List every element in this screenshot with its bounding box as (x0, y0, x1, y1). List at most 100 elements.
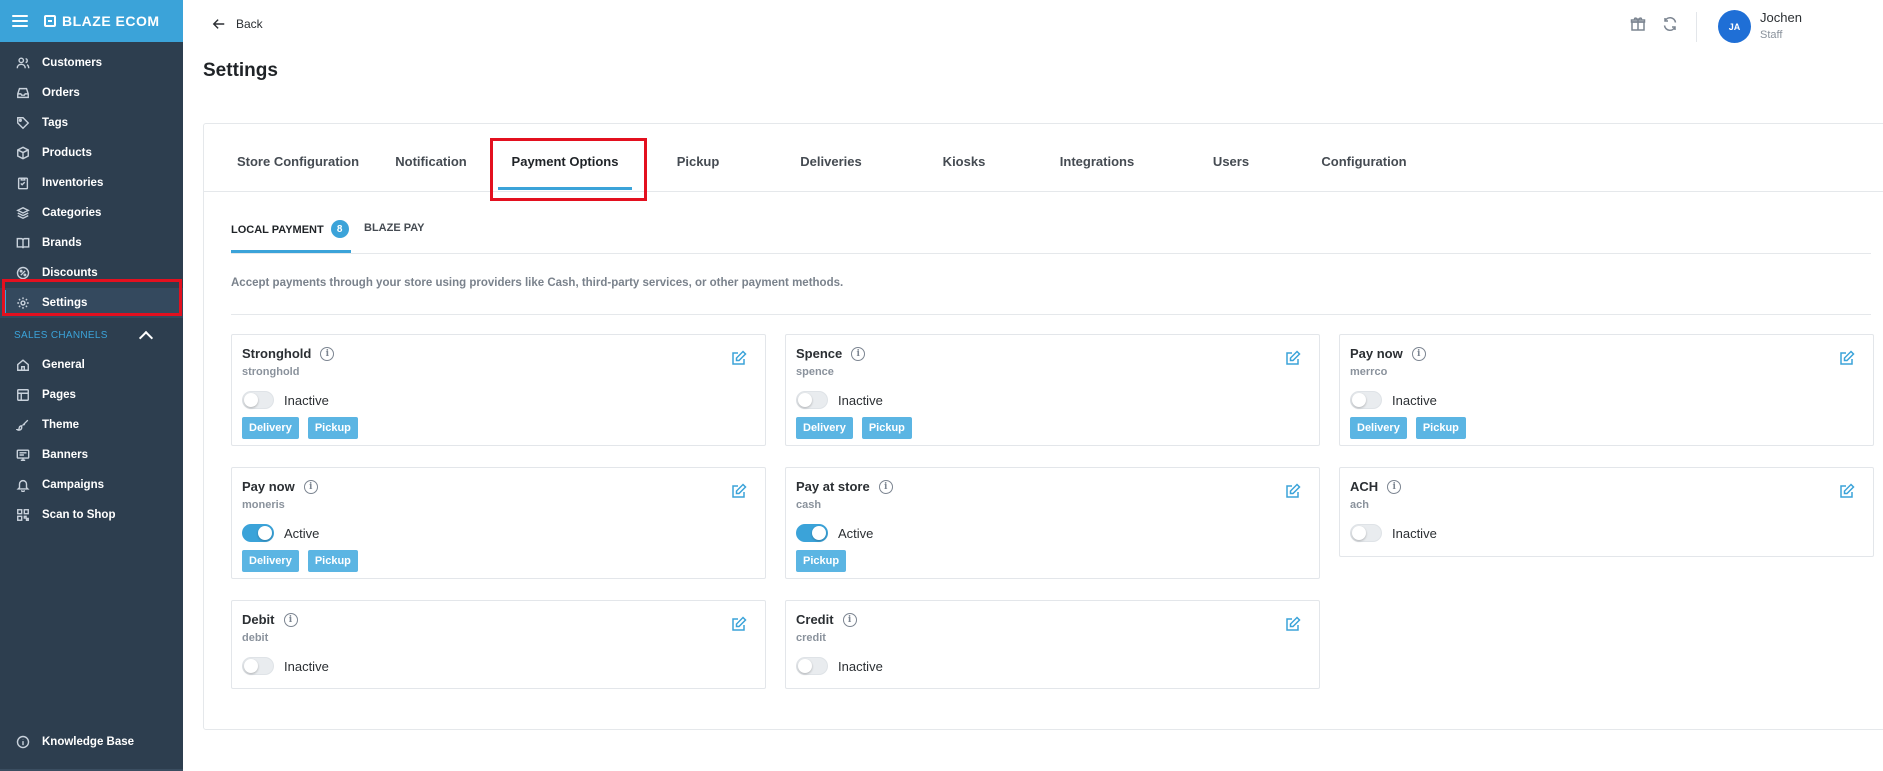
brand-logo[interactable]: BLAZE ECOM (44, 13, 160, 29)
tab-pickup[interactable]: Pickup (677, 154, 720, 169)
info-icon[interactable]: i (1387, 479, 1402, 494)
payment-name: Debit i (242, 612, 298, 627)
payment-name-text: Spence (796, 346, 843, 361)
status-toggle[interactable] (796, 391, 828, 409)
payment-name: Pay now i (242, 479, 318, 494)
payment-card: Pay now i merrco Inactive Delivery Pickup (1339, 334, 1874, 446)
page-title: Settings (203, 60, 278, 81)
status-toggle[interactable] (242, 524, 274, 542)
tab-users[interactable]: Users (1213, 154, 1249, 169)
sidebar-item-orders[interactable]: Orders (0, 78, 183, 108)
chevron-up-icon[interactable] (138, 330, 154, 345)
box-icon (16, 146, 30, 160)
status-label: Inactive (1392, 525, 1437, 541)
payment-code: moneris (242, 499, 285, 511)
edit-icon[interactable] (1285, 350, 1301, 366)
sidebar-item-pages[interactable]: Pages (0, 380, 183, 410)
sidebar-item-label: Tags (42, 117, 68, 129)
payment-name: Pay at store i (796, 479, 893, 494)
tag-pickup: Pickup (796, 550, 847, 572)
sidebar-item-label: Discounts (42, 267, 98, 279)
status-label: Inactive (838, 658, 883, 674)
edit-icon[interactable] (1839, 350, 1855, 366)
tag-pickup: Pickup (1415, 417, 1466, 439)
status-toggle[interactable] (242, 391, 274, 409)
status-label: Inactive (284, 392, 329, 408)
back-link[interactable]: Back (212, 17, 263, 31)
fulfillment-tags: Delivery Pickup (1350, 417, 1475, 439)
user-name[interactable]: Jochen (1760, 10, 1802, 25)
sidebar-item-banners[interactable]: Banners (0, 440, 183, 470)
info-icon[interactable]: i (283, 612, 298, 627)
sidebar-item-tags[interactable]: Tags (0, 108, 183, 138)
users-icon (16, 56, 30, 70)
status-label: Active (838, 525, 874, 541)
sidebar-item-brands[interactable]: Brands (0, 228, 183, 258)
sidebar-item-products[interactable]: Products (0, 138, 183, 168)
edit-icon[interactable] (731, 483, 747, 499)
tab-configuration[interactable]: Configuration (1321, 154, 1406, 169)
status-toggle-row: Inactive (796, 657, 883, 675)
status-toggle-row: Inactive (242, 391, 329, 409)
payment-card: Credit i credit Inactive (785, 600, 1320, 689)
back-label: Back (236, 17, 263, 31)
status-toggle[interactable] (1350, 524, 1382, 542)
sales-channels-header[interactable]: SALES CHANNELS (0, 320, 183, 350)
avatar[interactable]: JA (1718, 10, 1751, 43)
payment-name: Stronghold i (242, 346, 335, 361)
edit-icon[interactable] (731, 350, 747, 366)
info-icon[interactable]: i (842, 612, 857, 627)
tab-kiosks[interactable]: Kiosks (943, 154, 986, 169)
status-label: Inactive (284, 658, 329, 674)
sidebar-item-knowledge-base[interactable]: Knowledge Base (0, 727, 183, 757)
sidebar-item-label: Campaigns (42, 479, 104, 491)
payment-code: cash (796, 499, 822, 511)
status-toggle[interactable] (796, 657, 828, 675)
subtab-blaze-pay[interactable]: BLAZE PAY (364, 222, 425, 234)
tag-delivery: Delivery (242, 550, 299, 572)
refresh-icon[interactable] (1662, 16, 1678, 32)
settings-tabs: Store Configuration Notification Payment… (204, 124, 1883, 192)
info-icon[interactable]: i (851, 346, 866, 361)
payment-name-text: Debit (242, 612, 275, 627)
header-divider (1696, 12, 1697, 42)
payment-name-text: ACH (1350, 479, 1379, 494)
subtab-local-label: LOCAL PAYMENT (231, 224, 324, 236)
info-icon[interactable]: i (878, 479, 893, 494)
status-toggle[interactable] (242, 657, 274, 675)
info-icon[interactable]: i (1411, 346, 1426, 361)
status-toggle[interactable] (796, 524, 828, 542)
info-icon[interactable]: i (320, 346, 335, 361)
tab-deliveries[interactable]: Deliveries (800, 154, 861, 169)
edit-icon[interactable] (1285, 483, 1301, 499)
payment-name: Spence i (796, 346, 866, 361)
sidebar-item-categories[interactable]: Categories (0, 198, 183, 228)
sidebar-item-general[interactable]: General (0, 350, 183, 380)
bell-icon (16, 478, 30, 492)
edit-icon[interactable] (731, 616, 747, 632)
sidebar-item-customers[interactable]: Customers (0, 48, 183, 78)
info-icon[interactable]: i (303, 479, 318, 494)
subtab-local-payment[interactable]: LOCAL PAYMENT 8 (231, 220, 349, 238)
brand-name: BLAZE ECOM (62, 13, 160, 29)
arrow-left-icon (212, 19, 225, 29)
tab-notification[interactable]: Notification (395, 154, 467, 169)
monitor-icon (16, 448, 30, 462)
sidebar-item-scan-to-shop[interactable]: Scan to Shop (0, 500, 183, 530)
menu-icon[interactable] (12, 15, 28, 27)
sidebar-item-campaigns[interactable]: Campaigns (0, 470, 183, 500)
edit-icon[interactable] (1839, 483, 1855, 499)
status-toggle-row: Active (796, 524, 873, 542)
gift-icon[interactable] (1630, 16, 1646, 32)
tab-store-configuration[interactable]: Store Configuration (237, 154, 359, 169)
edit-icon[interactable] (1285, 616, 1301, 632)
payment-card: Debit i debit Inactive (231, 600, 766, 689)
sidebar-item-theme[interactable]: Theme (0, 410, 183, 440)
status-toggle[interactable] (1350, 391, 1382, 409)
fulfillment-tags: Delivery Pickup (796, 417, 921, 439)
sidebar-item-inventories[interactable]: Inventories (0, 168, 183, 198)
sales-channels-label: SALES CHANNELS (14, 329, 108, 341)
tag-delivery: Delivery (796, 417, 853, 439)
tag-pickup: Pickup (861, 417, 912, 439)
tab-integrations[interactable]: Integrations (1060, 154, 1134, 169)
